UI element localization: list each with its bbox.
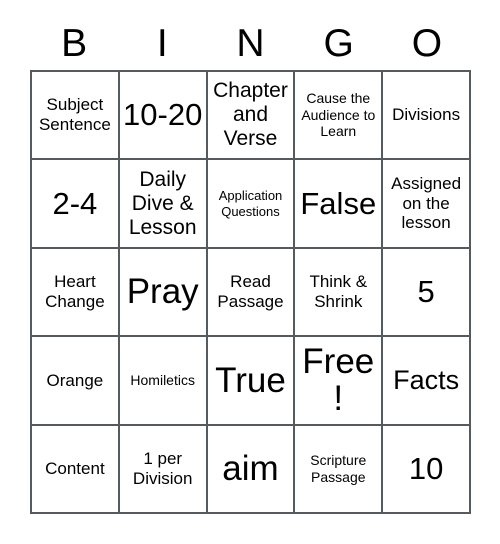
bingo-cell-r1c4[interactable]: Cause the Audience to Learn (295, 72, 384, 161)
bingo-cell-r1c5[interactable]: Divisions (383, 72, 471, 161)
bingo-cell-r4c3[interactable]: True (207, 337, 296, 426)
bingo-row: 2-4 Daily Dive & Lesson Application Ques… (32, 160, 471, 249)
bingo-cell-label: Free! (302, 342, 375, 419)
bingo-row: Heart Change Pray Read Passage Think & S… (32, 248, 471, 338)
bingo-cell-r5c5[interactable]: 10 (383, 425, 471, 515)
bingo-cell-r2c1[interactable]: 2-4 (32, 160, 120, 249)
bingo-cell-label: Heart Change (45, 272, 105, 312)
bingo-cell-label: 10 (408, 450, 444, 486)
bingo-header-row: B I N G O (30, 18, 471, 68)
bingo-cell-free-space[interactable]: Free! (295, 337, 384, 426)
bingo-cell-r3c2[interactable]: Pray (119, 248, 208, 338)
bingo-cell-r4c1[interactable]: Orange (32, 337, 120, 426)
bingo-cell-label: Facts (393, 365, 460, 396)
bingo-cell-label: 2-4 (52, 185, 98, 221)
bingo-cell-r5c2[interactable]: 1 per Division (119, 425, 208, 515)
bingo-header-letter-i: I (156, 21, 168, 65)
bingo-cell-label: aim (222, 449, 279, 489)
bingo-cell-label: Read Passage (217, 272, 284, 312)
bingo-header-letter-o: O (411, 21, 443, 65)
bingo-cell-r2c5[interactable]: Assigned on the lesson (383, 160, 471, 249)
bingo-cell-label: Content (45, 458, 105, 478)
bingo-cell-r1c3[interactable]: Chapter and Verse (207, 72, 296, 161)
bingo-cell-label: Scripture Passage (310, 452, 367, 485)
bingo-cell-label: Application Questions (218, 188, 283, 219)
bingo-cell-r5c3[interactable]: aim (207, 425, 296, 515)
bingo-cell-r4c5[interactable]: Facts (383, 337, 471, 426)
bingo-cell-r3c1[interactable]: Heart Change (32, 248, 120, 338)
bingo-cell-label: Chapter and Verse (213, 79, 288, 151)
bingo-cell-label: 1 per Division (132, 449, 193, 488)
bingo-cell-r2c2[interactable]: Daily Dive & Lesson (119, 160, 208, 249)
bingo-cell-r5c1[interactable]: Content (32, 425, 120, 515)
bingo-cell-r2c4[interactable]: False (295, 160, 384, 249)
bingo-cell-label: Divisions (392, 105, 461, 125)
bingo-cell-r3c4[interactable]: Think & Shrink (295, 248, 384, 338)
bingo-cell-label: Homiletics (130, 372, 195, 389)
bingo-cell-label: Daily Dive & Lesson (128, 167, 197, 239)
bingo-card: B I N G O Subject Sentence 10-20 Chapter… (0, 0, 500, 544)
bingo-cell-label: Orange (46, 370, 104, 390)
bingo-cell-r2c3[interactable]: Application Questions (207, 160, 296, 249)
bingo-header-letter-b: B (61, 21, 88, 65)
bingo-cell-label: 10-20 (123, 97, 203, 133)
bingo-cell-label: False (300, 185, 377, 221)
bingo-cell-r3c5[interactable]: 5 (383, 248, 471, 338)
bingo-cell-label: Subject Sentence (38, 95, 111, 135)
bingo-cell-label: Think & Shrink (309, 272, 368, 312)
bingo-header-letter-g: G (323, 21, 354, 65)
bingo-header-letter-n: N (236, 21, 265, 65)
bingo-cell-label: Pray (126, 272, 199, 312)
bingo-grid: Subject Sentence 10-20 Chapter and Verse… (30, 70, 471, 515)
bingo-cell-r1c2[interactable]: 10-20 (119, 72, 208, 161)
bingo-cell-label: Cause the Audience to Learn (301, 90, 376, 140)
bingo-cell-label: Assigned on the lesson (391, 174, 462, 233)
bingo-cell-r1c1[interactable]: Subject Sentence (32, 72, 120, 161)
bingo-row: Subject Sentence 10-20 Chapter and Verse… (32, 72, 471, 161)
bingo-row: Content 1 per Division aim Scripture Pas… (32, 425, 471, 515)
bingo-cell-r5c4[interactable]: Scripture Passage (295, 425, 384, 515)
bingo-cell-label: True (215, 360, 286, 400)
bingo-cell-r4c2[interactable]: Homiletics (119, 337, 208, 426)
bingo-cell-r3c3[interactable]: Read Passage (207, 248, 296, 338)
bingo-cell-label: 5 (417, 273, 435, 309)
bingo-row: Orange Homiletics True Free! Facts (32, 337, 471, 426)
